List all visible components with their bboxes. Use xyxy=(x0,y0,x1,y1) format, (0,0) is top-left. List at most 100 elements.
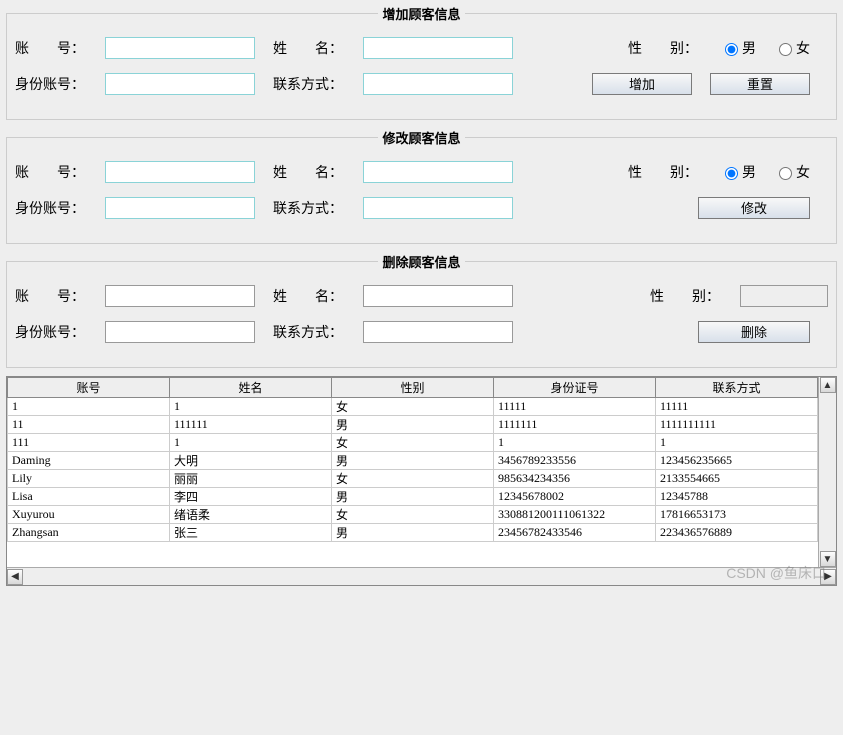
add-contact-input[interactable] xyxy=(363,73,513,95)
add-gender-female[interactable]: 女 xyxy=(774,38,810,58)
modify-gender-label: 性 别： xyxy=(628,162,718,182)
table-cell: 12345788 xyxy=(656,488,818,506)
table-cell: 大明 xyxy=(170,452,332,470)
table-row[interactable]: 11女1111111111 xyxy=(8,398,818,416)
modify-button[interactable]: 修改 xyxy=(698,197,810,219)
table-cell: 1 xyxy=(170,398,332,416)
table-cell: 丽丽 xyxy=(170,470,332,488)
add-panel-title: 增加顾客信息 xyxy=(378,4,464,23)
table-cell: 11111 xyxy=(656,398,818,416)
table-cell: 绪语柔 xyxy=(170,506,332,524)
table-cell: 女 xyxy=(332,506,494,524)
modify-id-label: 身份账号： xyxy=(15,198,105,218)
add-name-input[interactable] xyxy=(363,37,513,59)
delete-contact-label: 联系方式： xyxy=(273,322,363,342)
modify-id-input[interactable] xyxy=(105,197,255,219)
add-gender-label: 性 别： xyxy=(628,38,718,58)
scroll-down-arrow-icon[interactable]: ▼ xyxy=(820,551,836,567)
table-cell: 1111111111 xyxy=(656,416,818,434)
add-account-label: 账 号： xyxy=(15,38,105,58)
table-cell: 111111 xyxy=(170,416,332,434)
delete-name-input[interactable] xyxy=(363,285,513,307)
delete-gender-label: 性 别： xyxy=(650,286,740,306)
table-cell: 张三 xyxy=(170,524,332,542)
modify-gender-male-radio[interactable] xyxy=(725,167,738,180)
table-cell: Daming xyxy=(8,452,170,470)
add-gender-female-radio[interactable] xyxy=(779,43,792,56)
scroll-right-arrow-icon[interactable]: ▶ xyxy=(820,569,836,585)
table-row[interactable]: Zhangsan张三男23456782433546223436576889 xyxy=(8,524,818,542)
modify-gender-female-radio[interactable] xyxy=(779,167,792,180)
table-cell: 1 xyxy=(494,434,656,452)
table-header: 联系方式 xyxy=(656,378,818,398)
table-cell: 女 xyxy=(332,470,494,488)
reset-button[interactable]: 重置 xyxy=(710,73,810,95)
customer-table-container: 账号姓名性别身份证号联系方式 11女111111111111111111男111… xyxy=(6,376,837,586)
table-cell: 111 xyxy=(8,434,170,452)
delete-contact-input[interactable] xyxy=(363,321,513,343)
table-header: 账号 xyxy=(8,378,170,398)
table-cell: 李四 xyxy=(170,488,332,506)
modify-contact-input[interactable] xyxy=(363,197,513,219)
add-contact-label: 联系方式： xyxy=(273,74,363,94)
delete-id-input[interactable] xyxy=(105,321,255,343)
vertical-scrollbar[interactable]: ▲ ▼ xyxy=(818,377,836,567)
delete-id-label: 身份账号： xyxy=(15,322,105,342)
table-row[interactable]: 11111111男11111111111111111 xyxy=(8,416,818,434)
table-cell: 女 xyxy=(332,434,494,452)
delete-button[interactable]: 删除 xyxy=(698,321,810,343)
table-cell: Zhangsan xyxy=(8,524,170,542)
modify-gender-female[interactable]: 女 xyxy=(774,162,810,182)
modify-account-input[interactable] xyxy=(105,161,255,183)
table-row[interactable]: Lily丽丽女9856342343562133554665 xyxy=(8,470,818,488)
delete-account-label: 账 号： xyxy=(15,286,105,306)
delete-panel-title: 删除顾客信息 xyxy=(378,252,464,271)
table-cell: 女 xyxy=(332,398,494,416)
table-cell: 985634234356 xyxy=(494,470,656,488)
add-id-input[interactable] xyxy=(105,73,255,95)
modify-name-label: 姓 名： xyxy=(273,162,363,182)
table-cell: 男 xyxy=(332,524,494,542)
table-cell: Lisa xyxy=(8,488,170,506)
modify-contact-label: 联系方式： xyxy=(273,198,363,218)
table-cell: 123456235665 xyxy=(656,452,818,470)
add-gender-male-radio[interactable] xyxy=(725,43,738,56)
table-cell: 223436576889 xyxy=(656,524,818,542)
table-cell: Xuyurou xyxy=(8,506,170,524)
modify-gender-male[interactable]: 男 xyxy=(720,162,756,182)
modify-panel-title: 修改顾客信息 xyxy=(378,128,464,147)
horizontal-scrollbar[interactable]: ◀ ▶ xyxy=(7,567,836,585)
add-button[interactable]: 增加 xyxy=(592,73,692,95)
table-cell: 330881200111061322 xyxy=(494,506,656,524)
table-row[interactable]: Xuyurou绪语柔女33088120011106132217816653173 xyxy=(8,506,818,524)
delete-account-input[interactable] xyxy=(105,285,255,307)
add-account-input[interactable] xyxy=(105,37,255,59)
table-cell: 男 xyxy=(332,488,494,506)
modify-account-label: 账 号： xyxy=(15,162,105,182)
table-row[interactable]: Lisa李四男1234567800212345788 xyxy=(8,488,818,506)
modify-name-input[interactable] xyxy=(363,161,513,183)
add-gender-male[interactable]: 男 xyxy=(720,38,756,58)
table-header: 性别 xyxy=(332,378,494,398)
table-cell: 11 xyxy=(8,416,170,434)
table-row[interactable]: Daming大明男3456789233556123456235665 xyxy=(8,452,818,470)
add-name-label: 姓 名： xyxy=(273,38,363,58)
table-cell: 23456782433546 xyxy=(494,524,656,542)
delete-customer-panel: 删除顾客信息 账 号： 姓 名： 性 别： 身份账号： 联系方式： 删除 xyxy=(6,252,837,368)
table-cell: 3456789233556 xyxy=(494,452,656,470)
table-row[interactable]: 1111女11 xyxy=(8,434,818,452)
delete-gender-input xyxy=(740,285,828,307)
modify-customer-panel: 修改顾客信息 账 号： 姓 名： 性 别： 男 女 身份账号： 联系方式： 修改 xyxy=(6,128,837,244)
scroll-up-arrow-icon[interactable]: ▲ xyxy=(820,377,836,393)
table-header: 姓名 xyxy=(170,378,332,398)
add-customer-panel: 增加顾客信息 账 号： 姓 名： 性 别： 男 女 身份账号： 联系方式： 增加… xyxy=(6,4,837,120)
table-cell: 男 xyxy=(332,416,494,434)
add-id-label: 身份账号： xyxy=(15,74,105,94)
table-cell: 1 xyxy=(656,434,818,452)
table-cell: 11111 xyxy=(494,398,656,416)
table-cell: 男 xyxy=(332,452,494,470)
customer-table: 账号姓名性别身份证号联系方式 11女111111111111111111男111… xyxy=(7,377,818,542)
scroll-left-arrow-icon[interactable]: ◀ xyxy=(7,569,23,585)
table-cell: 1 xyxy=(8,398,170,416)
table-header: 身份证号 xyxy=(494,378,656,398)
